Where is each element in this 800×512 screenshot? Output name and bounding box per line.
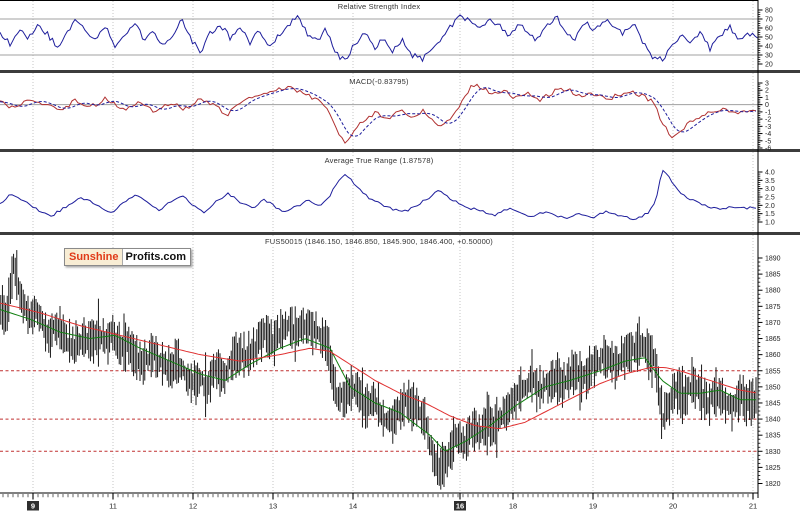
y-tick-label: 80 (765, 8, 773, 15)
rsi-line (0, 14, 758, 63)
x-tick-label: 20 (669, 502, 677, 511)
x-tick-label: 11 (109, 502, 117, 511)
y-tick-label: 20 (765, 62, 773, 69)
y-tick-label: 60 (765, 26, 773, 33)
y-tick-label: 2.0 (765, 203, 775, 210)
y-tick-label: 30 (765, 53, 773, 60)
y-tick-label: -5 (765, 138, 771, 145)
y-tick-label: 0 (765, 102, 769, 109)
multi-panel-stock-chart: 80 70 60 50 40 30 20 3 2 1 0 -1 -2 -3 -4 -5 -6 4.0 3.5 3.0 2… (0, 0, 800, 512)
panel-separator (0, 149, 800, 152)
y-tick-label: 1.5 (765, 211, 775, 218)
y-tick-label: -3 (765, 124, 771, 131)
y-tick-label: 4.0 (765, 170, 775, 177)
price-panel (0, 250, 758, 490)
y-tick-label: 1875 (765, 304, 781, 311)
y-tick-label: 1820 (765, 481, 781, 488)
y-tick-label: -1 (765, 109, 771, 116)
y-tick-label: 1865 (765, 336, 781, 343)
right-price-axis: 80 70 60 50 40 30 20 3210-1-2-3-4-5-6 4.03.53.0 2… (757, 0, 781, 498)
y-tick-label: 1880 (765, 288, 781, 295)
y-tick-label: -2 (765, 117, 771, 124)
y-tick-label: 1.0 (765, 220, 775, 227)
y-tick-label: -6 (765, 146, 771, 153)
y-tick-label: 3 (765, 81, 769, 88)
y-tick-label: 1860 (765, 352, 781, 359)
y-tick-label: 1870 (765, 320, 781, 327)
panel-separator (0, 70, 800, 73)
rsi-panel (0, 14, 758, 63)
y-tick-label: 40 (765, 44, 773, 51)
y-tick-label: 1830 (765, 449, 781, 456)
y-tick-label: 1 (765, 95, 769, 102)
y-tick-label: 3.5 (765, 178, 775, 185)
y-tick-label: 2.5 (765, 195, 775, 202)
sunshineprofits-logo: Sunshine Profits.com (64, 248, 192, 266)
y-tick-label: 3.0 (765, 186, 775, 193)
y-tick-label: 1835 (765, 433, 781, 440)
panel-separator (0, 232, 800, 235)
x-tick-label: 16 (456, 502, 464, 511)
x-tick-label: 21 (749, 502, 757, 511)
x-tick-label: 19 (589, 502, 597, 511)
bottom-time-axis: 9 11 12 13 14 16 18 19 20 21 (0, 492, 758, 511)
y-tick-label: 1840 (765, 417, 781, 424)
y-tick-label: 2 (765, 88, 769, 95)
x-tick-label: 12 (189, 502, 197, 511)
y-tick-label: 1825 (765, 465, 781, 472)
y-tick-label: 1845 (765, 400, 781, 407)
y-tick-label: 1885 (765, 272, 781, 279)
y-tick-label: 1890 (765, 256, 781, 263)
x-tick-label: 13 (269, 502, 277, 511)
macd-line (0, 83, 757, 144)
logo-sunshine-text: Sunshine (65, 249, 122, 265)
y-tick-label: 70 (765, 17, 773, 24)
x-tick-label: 14 (349, 502, 357, 511)
y-tick-label: -4 (765, 131, 771, 138)
x-tick-label: 9 (31, 502, 35, 511)
y-tick-label: 1855 (765, 368, 781, 375)
macd-panel (0, 83, 758, 144)
x-tick-label: 18 (509, 502, 517, 511)
y-tick-label: 50 (765, 35, 773, 42)
y-tick-label: 1850 (765, 384, 781, 391)
logo-profits-text: Profits.com (121, 249, 191, 265)
